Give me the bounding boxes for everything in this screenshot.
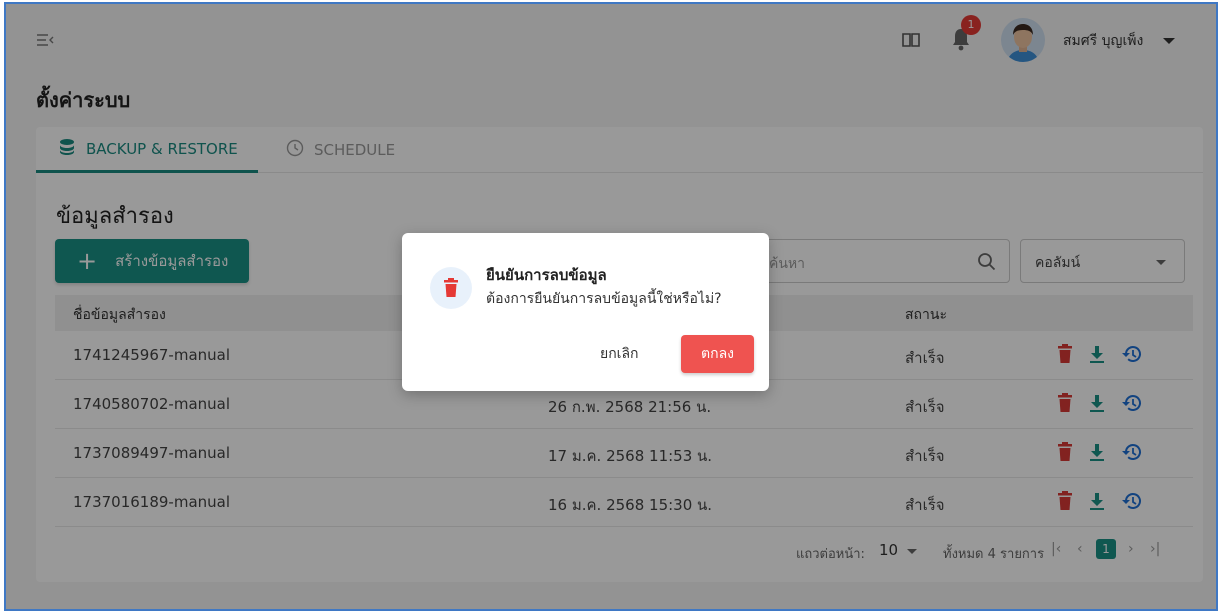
confirm-button[interactable]: ตกลง [681, 335, 754, 373]
app-window: 1 สมศรี บุญเพ็ง ตั้งค่าระบบ BACKUP & RES… [4, 2, 1218, 611]
dialog-trash-icon [430, 267, 472, 309]
cancel-button[interactable]: ยกเลิก [600, 343, 639, 365]
dialog-message: ต้องการยืนยันการลบข้อมูลนี้ใช่หรือไม่? [486, 291, 722, 307]
confirm-delete-dialog: ยืนยันการลบข้อมูล ต้องการยืนยันการลบข้อม… [402, 233, 769, 391]
dialog-title: ยืนยันการลบข้อมูล [486, 266, 607, 284]
